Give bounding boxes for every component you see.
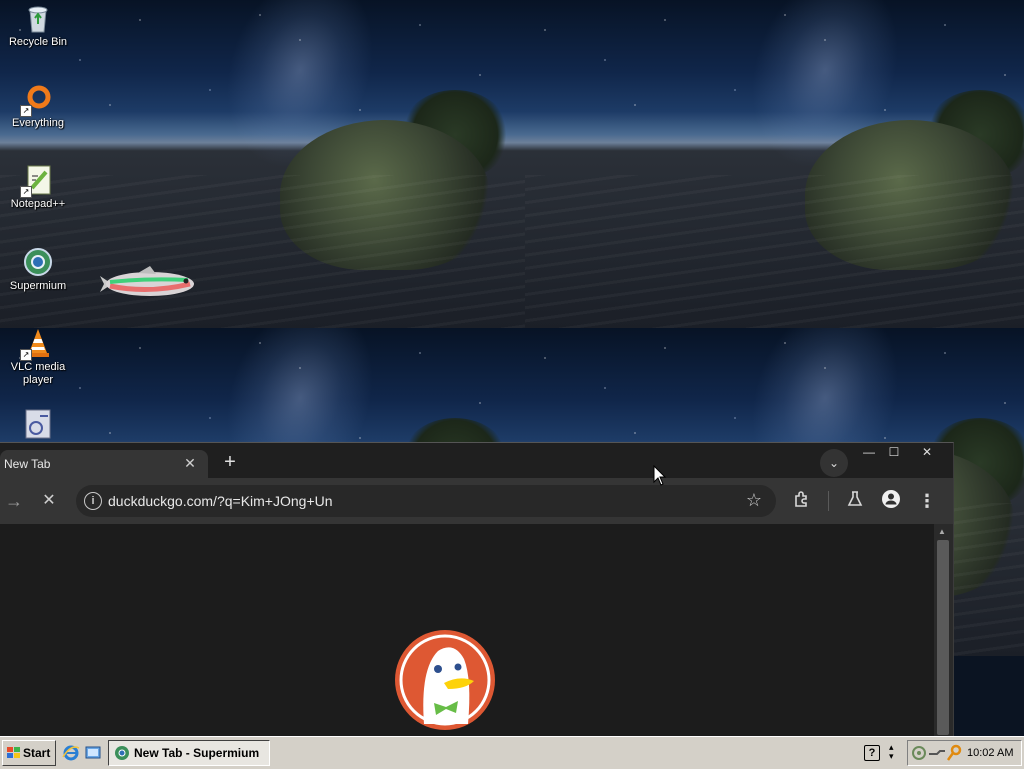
help-icon[interactable]: ? [864,745,880,761]
taskbar: Start New Tab - Supermium ? ▴ ▾ 10:02 AM [0,736,1024,769]
taskbar-item-supermium[interactable]: New Tab - Supermium [108,740,270,766]
show-desktop-icon[interactable] [84,744,102,762]
bookmark-star-icon[interactable]: ☆ [746,490,762,511]
shortcut-arrow-icon: ↗ [20,349,32,361]
shortcut-arrow-icon: ↗ [20,186,32,198]
extensions-icon[interactable] [790,489,814,513]
toolbar-divider [828,491,829,511]
everything-search-icon: ↗ [20,83,54,117]
desktop-icon-supermium[interactable]: Supermium [0,246,76,293]
desktop-icon-vlc[interactable]: ↗ VLC media player [0,327,76,387]
notepad-plus-plus-icon: ↗ [20,164,54,198]
page-scrollbar[interactable]: ▲ [934,524,953,737]
tab-close-button[interactable]: ✕ [182,455,198,472]
desktop-icon-everything[interactable]: ↗ Everything [0,83,76,130]
site-info-icon[interactable]: i [84,492,102,510]
desktop-icon-label: Recycle Bin [8,36,68,48]
tab-new-tab[interactable]: New Tab ✕ [0,450,208,478]
scrollbar-thumb[interactable] [937,540,949,735]
desktop-icon-label: VLC media player [10,361,66,386]
settings-tool-icon [22,408,54,440]
tab-strip: New Tab ✕ + ⌄ — ☐ ✕ [0,443,953,478]
vlc-cone-icon: ↗ [20,327,54,361]
forward-button[interactable]: → [3,490,25,512]
desktop-icon-notepadpp[interactable]: ↗ Notepad++ [0,164,76,211]
recycle-bin-icon [22,2,54,34]
labs-flask-icon[interactable] [843,489,867,513]
key-tray-icon[interactable] [946,744,962,762]
desktop-icon-label: Supermium [9,280,67,292]
network-status-icon[interactable] [911,745,927,761]
close-window-button[interactable]: ✕ [912,443,942,463]
address-bar-url[interactable]: duckduckgo.com/?q=Kim+JOng+Un [108,493,333,509]
stop-loading-button[interactable]: ✕ [38,490,60,512]
browser-window[interactable]: New Tab ✕ + ⌄ — ☐ ✕ → ✕ i duckduckgo.com… [0,442,954,737]
desktop-icon-tool[interactable] [0,408,76,442]
desktop-icon-label: Notepad++ [10,198,66,210]
scroll-up-arrow-icon[interactable]: ▲ [938,527,946,536]
duckduckgo-logo-icon [395,630,495,730]
desktop-icon-recycle-bin[interactable]: Recycle Bin [0,2,76,49]
desktop-fish-screenmate[interactable] [98,264,202,304]
wallpaper-tile [0,0,525,328]
tray-expand-arrows-icon[interactable]: ▴ ▾ [889,743,894,761]
taskbar-clock[interactable]: 10:02 AM [967,747,1013,759]
start-button[interactable]: Start [2,740,56,766]
cable-tray-icon[interactable] [928,745,946,761]
taskbar-item-label: New Tab - Supermium [134,746,260,760]
mouse-cursor-icon [653,465,667,486]
shortcut-arrow-icon: ↗ [20,105,32,117]
address-bar[interactable]: i duckduckgo.com/?q=Kim+JOng+Un ☆ [76,485,776,517]
start-label: Start [23,746,51,760]
profile-icon[interactable] [879,489,903,513]
supermium-browser-icon [115,746,129,760]
desktop-icon-label: Everything [12,117,64,129]
menu-kebab-icon[interactable]: ⋮ [915,489,939,513]
page-content [0,524,934,737]
supermium-browser-icon [22,246,54,278]
wallpaper-tile [525,0,1024,328]
windows-flag-icon [7,747,20,758]
internet-explorer-icon[interactable] [62,744,80,762]
maximize-button[interactable]: ☐ [879,443,909,463]
tab-title: New Tab [4,457,51,471]
browser-toolbar: → ✕ i duckduckgo.com/?q=Kim+JOng+Un ☆ ⋮ [0,478,953,524]
tab-search-button[interactable]: ⌄ [820,449,848,477]
new-tab-button[interactable]: + [220,452,240,472]
system-tray: 10:02 AM [907,740,1022,766]
